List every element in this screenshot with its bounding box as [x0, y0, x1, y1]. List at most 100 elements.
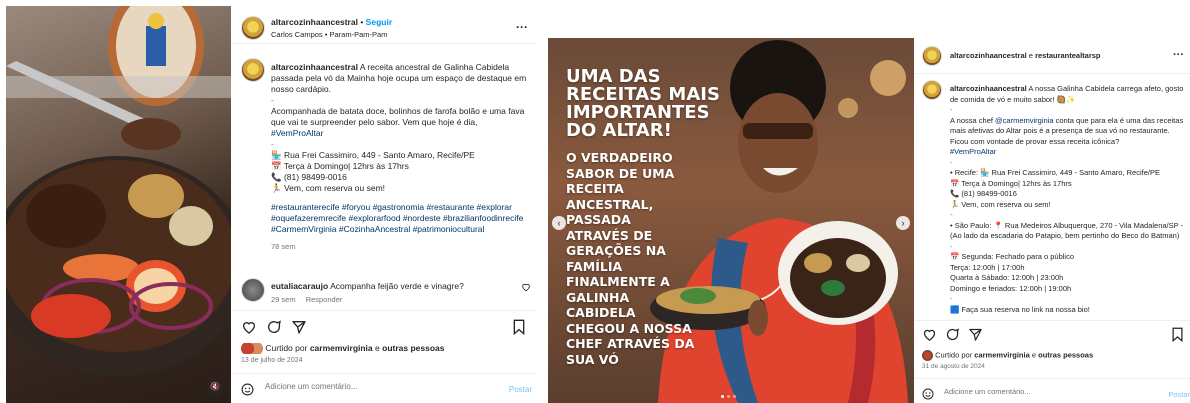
- reply-button[interactable]: Responder: [306, 295, 343, 304]
- reserve-line: 🟦 Faça sua reserva no link na nossa bio!: [950, 304, 1090, 314]
- comment-text: Acompanha feijão verde e vinagre?: [330, 281, 464, 291]
- food-dish-illustration: [6, 6, 231, 376]
- likes-line: Curtido por carmemvirginia e outras pess…: [922, 350, 1093, 361]
- post-2: UMA DAS RECEITAS MAIS IMPORTANTES DO ALT…: [548, 0, 1190, 403]
- likes-prefix: Curtido por: [935, 350, 973, 360]
- header-subtitle[interactable]: Carlos Campos • Param-Pam-Pam: [271, 30, 387, 39]
- liker-avatars[interactable]: [241, 343, 263, 355]
- share-icon[interactable]: [968, 327, 983, 342]
- emoji-icon[interactable]: [241, 383, 254, 396]
- recife-line: 📅 Terça à Domingo| 12hrs às 17hrs: [950, 178, 1072, 188]
- mute-icon[interactable]: 🔇: [207, 379, 223, 395]
- caption-text-2a: A nossa chef: [950, 115, 993, 125]
- likes-others[interactable]: outras pessoas: [382, 343, 444, 353]
- subtext-line: GERAÇÕES NA: [566, 243, 666, 258]
- caption-text-2: Acompanhada de batata doce, bolinhos de …: [271, 106, 527, 127]
- subtext-line: SUA VÓ: [566, 351, 619, 367]
- hours-line: 📅 Segunda: Fechado para o público: [950, 252, 1075, 261]
- follow-button[interactable]: Seguir: [366, 17, 392, 27]
- caption-username[interactable]: altarcozinhaancestral: [950, 84, 1027, 93]
- heart-icon[interactable]: [241, 319, 257, 335]
- heart-icon[interactable]: [521, 282, 531, 292]
- subtext-line: PASSADA: [566, 212, 631, 227]
- caption-time[interactable]: 78 sem: [271, 241, 529, 252]
- caption-dash: -: [271, 95, 274, 105]
- post-1: 🔇 altarcozinhaancestral • Seguir Carlos …: [0, 0, 536, 403]
- post-2-photo[interactable]: UMA DAS RECEITAS MAIS IMPORTANTES DO ALT…: [548, 38, 914, 403]
- likes-middle: e: [375, 343, 380, 353]
- comment-input[interactable]: [944, 387, 1144, 396]
- poster-subtext: O VERDADEIRO SABOR DE UMA RECEITA ANCEST…: [566, 150, 736, 367]
- subtext-line: RECEITA: [566, 181, 624, 196]
- post-comment-button[interactable]: Postar: [509, 385, 532, 394]
- subtext-line: O VERDADEIRO: [566, 150, 673, 165]
- headline-line: DO ALTAR!: [566, 120, 672, 141]
- caption-avatar[interactable]: [241, 58, 265, 82]
- info-line: 🏪 Rua Frei Cassimiro, 449 - Santo Amaro,…: [271, 150, 475, 160]
- subtext-line: CHEGOU A NOSSA: [566, 320, 692, 336]
- avatar[interactable]: [241, 16, 265, 40]
- add-comment-bar: Postar: [914, 378, 1190, 403]
- commenter-avatar[interactable]: [241, 278, 265, 302]
- add-comment-bar: Postar: [231, 373, 536, 403]
- chevron-left-icon[interactable]: ‹: [552, 216, 566, 230]
- comment-icon[interactable]: [266, 319, 282, 335]
- likes-others[interactable]: outras pessoas: [1038, 350, 1093, 359]
- post-1-details: altarcozinhaancestral • Seguir Carlos Ca…: [231, 0, 536, 403]
- header-conj: e: [1028, 51, 1033, 60]
- recife-line: 🏃 Vem, com reserva ou sem!: [950, 199, 1051, 209]
- emoji-icon[interactable]: [922, 388, 934, 400]
- post-date[interactable]: 31 de agosto de 2024: [922, 363, 985, 370]
- mention-link[interactable]: @carmemvirginia: [995, 116, 1053, 125]
- hashtag-link[interactable]: #VemProAltar: [950, 147, 1184, 158]
- post-2-header: altarcozinhaancestral e restaurantealtar…: [914, 38, 1190, 74]
- likes-middle: e: [1031, 350, 1037, 360]
- comment-icon[interactable]: [945, 327, 960, 342]
- caption-dash: -: [950, 241, 953, 251]
- likes-prefix: Curtido por: [265, 343, 308, 353]
- subtext-line: CABIDELA: [566, 305, 636, 320]
- caption-dash: -: [950, 157, 953, 167]
- carousel-dot: [733, 395, 736, 398]
- info-line: 📅 Terça à Domingo| 12hrs às 17hrs: [271, 161, 409, 171]
- more-icon[interactable]: ···: [516, 20, 528, 34]
- share-icon[interactable]: [291, 319, 307, 335]
- post-comment-button[interactable]: Postar: [1168, 390, 1190, 399]
- bookmark-icon[interactable]: [1171, 327, 1184, 342]
- caption: altarcozinhaancestral A nossa Galinha Ca…: [950, 84, 1184, 315]
- hashtags[interactable]: #restauranterecife #foryou #gastronomia …: [271, 202, 529, 235]
- subtext-line: GALINHA: [566, 289, 630, 305]
- caption-username[interactable]: altarcozinhaancestral: [271, 62, 358, 72]
- subtext-line: SABOR DE UMA: [566, 165, 675, 181]
- post-date[interactable]: 13 de julho de 2024: [241, 357, 303, 364]
- comment-input[interactable]: [265, 382, 485, 391]
- hours-line: Domingo e feriados: 12:00h | 19:00h: [950, 283, 1072, 293]
- avatar[interactable]: [922, 46, 942, 66]
- more-icon[interactable]: ···: [1173, 49, 1184, 61]
- bookmark-icon[interactable]: [512, 319, 526, 335]
- subtext-line: FAMÍLIA: [566, 258, 623, 274]
- post-1-photo[interactable]: 🔇: [6, 6, 231, 403]
- post-2-details: altarcozinhaancestral e restaurantealtar…: [914, 0, 1190, 403]
- carousel-dot-active: [721, 395, 724, 398]
- header-user-1[interactable]: altarcozinhaancestral: [950, 51, 1027, 60]
- liker-avatar[interactable]: [922, 350, 933, 361]
- recife-line: 📞 (81) 98499-0016: [950, 189, 1017, 198]
- hashtag-link[interactable]: #VemProAltar: [271, 128, 529, 139]
- likes-user[interactable]: carmemvirginia: [974, 350, 1029, 359]
- subtext-line: CHEF ATRAVÉS DA: [566, 336, 695, 351]
- comment-time[interactable]: 29 sem: [271, 295, 296, 304]
- chevron-right-icon[interactable]: ›: [896, 216, 910, 230]
- header-user-2[interactable]: restaurantealtarsp: [1035, 51, 1100, 60]
- caption-avatar[interactable]: [922, 80, 942, 100]
- likes-line: Curtido por carmemvirginia e outras pess…: [241, 343, 445, 355]
- sao-paulo-line: • São Paulo: 📍 Rua Medeiros Albuquerque,…: [950, 220, 1186, 241]
- caption-dash: -: [271, 139, 274, 149]
- comment-username[interactable]: eutaliacaraujo: [271, 281, 328, 291]
- likes-user[interactable]: carmemvirginia: [310, 343, 373, 353]
- recife-line: • Recife: 🏪 Rua Frei Cassimiro, 449 - Sa…: [950, 168, 1160, 177]
- hours-line: Terça: 12:00h | 17:00h: [950, 262, 1025, 272]
- header-username[interactable]: altarcozinhaancestral: [271, 17, 358, 27]
- subtext-line: FINALMENTE A: [566, 274, 670, 289]
- heart-icon[interactable]: [922, 327, 937, 342]
